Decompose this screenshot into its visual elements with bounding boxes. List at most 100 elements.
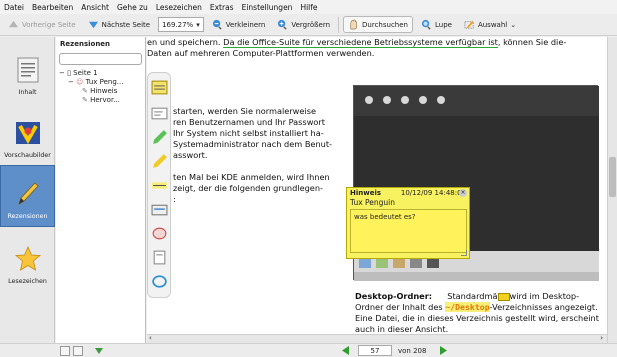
- zoom-value: 169.27%: [162, 20, 194, 29]
- tree-item-note[interactable]: ✎ Hinweis: [56, 87, 145, 96]
- thumbnails-icon: [15, 122, 40, 145]
- zoom-in-icon: [278, 19, 287, 30]
- tree-item-highlight[interactable]: ✎ Hervor...: [56, 96, 145, 105]
- annotation-toolbar: [147, 72, 171, 298]
- green-pen-icon[interactable]: [151, 129, 168, 146]
- sidebar-item-reviews[interactable]: Rezensionen: [0, 165, 55, 227]
- stamp-icon[interactable]: [151, 201, 168, 218]
- collapse-icon[interactable]: −: [59, 69, 67, 77]
- scroll-thumb[interactable]: [609, 157, 616, 197]
- menubar: Datei Bearbeiten Ansicht Gehe zu Lesezei…: [0, 0, 617, 14]
- browse-label: Durchsuchen: [362, 20, 408, 29]
- scroll-right-icon[interactable]: ›: [600, 334, 603, 342]
- doc-line: Ordner der Inhalt des ~/Desktop-Verzeich…: [355, 302, 598, 313]
- reviews-panel: Rezensionen − ▯ Seite 1 − ☺ Tux Peng... …: [56, 37, 146, 343]
- next-page-icon[interactable]: [440, 346, 447, 355]
- sidebar-item-thumbnails[interactable]: Vorschaubilder: [0, 103, 55, 165]
- contents-icon: [17, 57, 38, 83]
- note-popup[interactable]: Hinweis 10/12/09 14:48:04 × Tux Penguin …: [346, 187, 470, 259]
- arrow-up-icon: [8, 20, 19, 28]
- menu-gehe-zu[interactable]: Gehe zu: [117, 3, 148, 12]
- zoom-in-button[interactable]: Vergrößern: [273, 16, 334, 33]
- menu-hilfe[interactable]: Hilfe: [300, 3, 317, 12]
- highlighted-text[interactable]: Da die Office-Suite für verschiedene Bet…: [223, 37, 498, 48]
- menu-lesezeichen[interactable]: Lesezeichen: [156, 3, 202, 12]
- bottom-bar: von 208: [0, 343, 617, 357]
- doc-line: ren Benutzernamen und Ihr Passwort: [173, 117, 325, 127]
- note-icon[interactable]: [497, 292, 510, 301]
- note-icon: ✎: [82, 87, 91, 95]
- sidebar-item-contents[interactable]: Inhalt: [0, 40, 55, 102]
- horizontal-scrollbar[interactable]: ‹ ›: [147, 334, 607, 343]
- doc-text: Ordner der Inhalt des: [355, 302, 446, 312]
- dropdown-triangle-icon[interactable]: [95, 348, 103, 354]
- doc-line: Desktop-Ordner: Standardmä wird im Deskto…: [355, 291, 579, 302]
- zoom-select[interactable]: 169.27% ▾: [158, 17, 204, 32]
- vertical-scrollbar[interactable]: [607, 37, 617, 343]
- zoom-out-label: Verkleinern: [225, 20, 266, 29]
- note-tool-icon[interactable]: [151, 79, 168, 96]
- ellipse-tool-icon[interactable]: [151, 225, 168, 242]
- hand-icon: [350, 19, 358, 30]
- tree-item-page[interactable]: − ▯ Seite 1: [56, 69, 145, 78]
- doc-text: , können Sie die-: [497, 37, 567, 47]
- menu-einstellungen[interactable]: Einstellungen: [242, 3, 293, 12]
- doc-line: Eine Datei, die in dieses Verzeichnis ge…: [355, 313, 599, 323]
- highlighted-path[interactable]: ~/Desktop: [445, 302, 490, 312]
- tree-item-author[interactable]: − ☺ Tux Peng...: [56, 78, 145, 87]
- sidebar-item-bookmarks[interactable]: Lesezeichen: [0, 229, 55, 291]
- resize-grip-icon[interactable]: [461, 250, 467, 256]
- previous-page-button[interactable]: Vorherige Seite: [4, 16, 80, 33]
- list-view-button[interactable]: [73, 346, 83, 356]
- note-content-text: was bedeutet es?: [354, 213, 416, 221]
- thumbnail-view-button[interactable]: [60, 346, 70, 356]
- previous-page-label: Vorherige Seite: [22, 20, 76, 29]
- browse-button[interactable]: Durchsuchen: [343, 16, 413, 33]
- menu-ansicht[interactable]: Ansicht: [81, 3, 109, 12]
- highlight-tool-icon[interactable]: [151, 177, 168, 194]
- note-title: Hinweis: [350, 189, 382, 197]
- collapse-icon[interactable]: −: [68, 78, 76, 86]
- tree-item-label: Tux Peng...: [85, 78, 124, 86]
- scroll-left-icon[interactable]: ‹: [149, 334, 152, 342]
- sidebar-item-label: Inhalt: [18, 89, 37, 96]
- next-page-button[interactable]: Nächste Seite: [84, 16, 154, 33]
- menu-datei[interactable]: Datei: [4, 3, 24, 12]
- tree-item-label: Seite 1: [73, 69, 98, 77]
- doc-line: Systemadministrator nach dem Benut-: [173, 139, 333, 149]
- inline-note-icon[interactable]: [151, 105, 168, 122]
- close-icon[interactable]: ×: [459, 189, 467, 197]
- menu-extras[interactable]: Extras: [210, 3, 234, 12]
- selection-label: Auswahl: [477, 20, 508, 29]
- freehand-tool-icon[interactable]: [151, 273, 168, 290]
- doc-line: en und speichern. Da die Office-Suite fü…: [147, 37, 566, 48]
- yellow-pen-icon[interactable]: [151, 153, 168, 170]
- doc-text: wird im Desktop-: [509, 291, 580, 301]
- page-number-input[interactable]: 57: [358, 345, 392, 356]
- doc-text: -Verzeichnisses angezeigt.: [489, 302, 598, 312]
- sidebar-item-label: Lesezeichen: [8, 278, 47, 285]
- highlight-icon: ✎: [82, 96, 91, 104]
- search-input[interactable]: [59, 53, 142, 65]
- selection-button[interactable]: Auswahl ⌄: [460, 16, 520, 33]
- menu-bearbeiten[interactable]: Bearbeiten: [32, 3, 73, 12]
- panel-title: Rezensionen: [60, 40, 111, 48]
- magnifier-label: Lupe: [434, 20, 452, 29]
- page-of-label: von 208: [398, 347, 427, 355]
- polygon-tool-icon[interactable]: [151, 249, 168, 266]
- doc-line: Ihr System nicht selbst installiert ha-: [173, 128, 324, 138]
- doc-line: starten, werden Sie normalerweise: [173, 106, 316, 116]
- toolbar-divider: [338, 16, 340, 33]
- doc-line: :: [173, 194, 176, 204]
- zoom-in-label: Vergrößern: [291, 20, 331, 29]
- note-content-field[interactable]: was bedeutet es?: [350, 209, 467, 253]
- previous-page-icon[interactable]: [342, 346, 349, 355]
- toolbar: Vorherige Seite Nächste Seite 169.27% ▾ …: [0, 14, 617, 36]
- note-header: Hinweis 10/12/09 14:48:04: [347, 188, 469, 198]
- page-number-value: 57: [370, 346, 380, 355]
- doc-line: Daten auf mehreren Computer-Plattformen …: [147, 48, 375, 58]
- sidebar-item-label: Vorschaubilder: [4, 152, 51, 159]
- arrow-down-icon: [88, 21, 98, 29]
- magnifier-button[interactable]: Lupe: [417, 16, 456, 33]
- zoom-out-button[interactable]: Verkleinern: [208, 16, 270, 33]
